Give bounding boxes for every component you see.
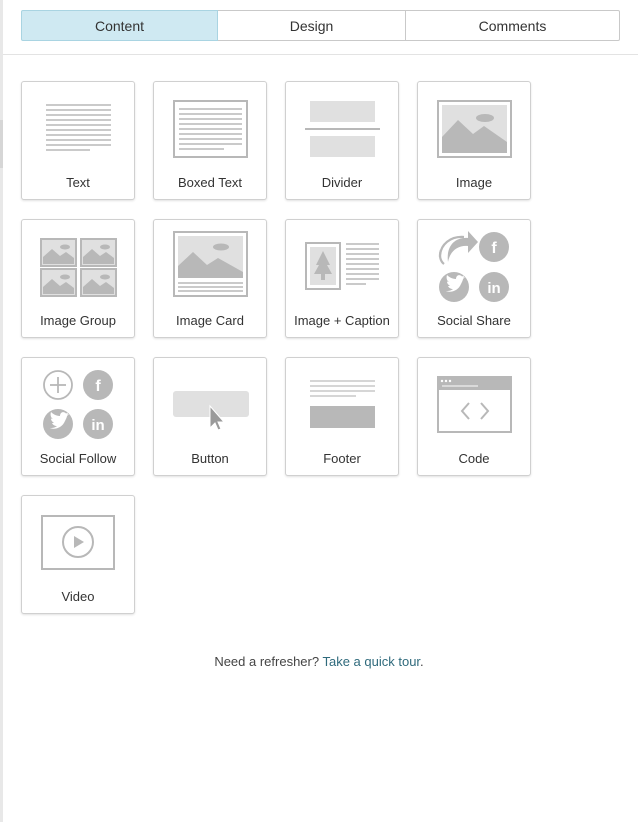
block-divider[interactable]: Divider [285, 81, 399, 200]
quick-tour-link[interactable]: Take a quick tour [322, 654, 420, 669]
block-label: Image [455, 175, 493, 190]
tab-comments[interactable]: Comments [406, 10, 620, 41]
block-label: Image Group [40, 313, 116, 328]
tab-content[interactable]: Content [21, 10, 218, 41]
svg-text:in: in [91, 417, 104, 434]
block-label: Social Follow [39, 451, 117, 466]
block-image-card[interactable]: Image Card [153, 219, 267, 338]
block-social-follow[interactable]: f in Social Follow [21, 357, 135, 476]
block-label: Text [66, 175, 90, 190]
refresher-text: Need a refresher? [214, 654, 320, 669]
refresher-line: Need a refresher? Take a quick tour. [0, 654, 638, 669]
block-label: Footer [323, 451, 361, 466]
block-image[interactable]: Image [417, 81, 531, 200]
tab-design[interactable]: Design [218, 10, 406, 41]
block-footer[interactable]: Footer [285, 357, 399, 476]
block-label: Boxed Text [177, 175, 243, 190]
block-social-share[interactable]: f in Social Share [417, 219, 531, 338]
block-label: Image + Caption [294, 313, 390, 328]
block-label: Code [458, 451, 490, 466]
block-image-group[interactable]: Image Group [21, 219, 135, 338]
panel-left-edge [0, 0, 3, 822]
resize-handle[interactable] [0, 120, 3, 168]
svg-text:f: f [95, 378, 101, 395]
block-label: Social Share [437, 313, 511, 328]
editor-tabs: Content Design Comments [21, 10, 620, 41]
block-code[interactable]: Code [417, 357, 531, 476]
block-boxed-text[interactable]: Boxed Text [153, 81, 267, 200]
block-text[interactable]: Text [21, 81, 135, 200]
svg-text:f: f [491, 240, 497, 257]
block-label: Video [61, 589, 95, 604]
block-label: Divider [321, 175, 363, 190]
tabs-divider [3, 54, 638, 55]
block-label: Button [191, 451, 229, 466]
refresher-suffix: . [420, 654, 424, 669]
block-button[interactable]: Button [153, 357, 267, 476]
svg-text:in: in [487, 280, 500, 297]
block-image-caption[interactable]: Image + Caption [285, 219, 399, 338]
block-video[interactable]: Video [21, 495, 135, 614]
block-label: Image Card [176, 313, 244, 328]
